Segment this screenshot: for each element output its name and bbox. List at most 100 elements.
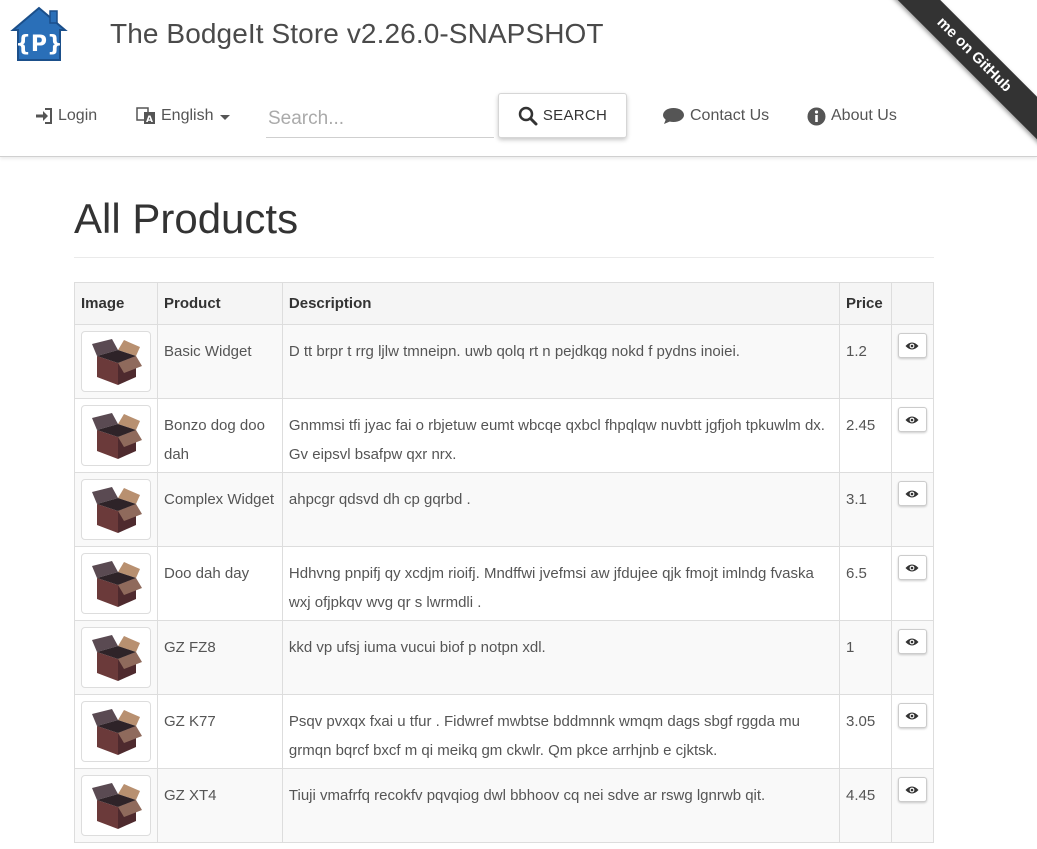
info-circle-icon — [807, 107, 826, 125]
eye-icon — [905, 564, 919, 571]
product-image-cell — [74, 398, 158, 473]
language-dropdown[interactable]: A English — [136, 103, 231, 129]
search-button[interactable]: SEARCH — [498, 93, 627, 138]
store-logo-icon[interactable]: {P} — [10, 6, 68, 62]
product-view-cell — [890, 768, 935, 843]
product-thumbnail[interactable] — [81, 405, 151, 466]
product-name: Basic Widget — [157, 324, 283, 399]
search-icon — [518, 106, 538, 125]
view-product-button[interactable] — [897, 703, 927, 728]
box-icon — [92, 708, 142, 755]
product-description: Gnmmsi tfi jyac fai o rbjetuw eumt wbcqe… — [281, 398, 840, 473]
product-image-cell — [74, 694, 158, 769]
product-name: GZ XT4 — [157, 768, 283, 843]
search-button-label: SEARCH — [542, 107, 608, 124]
product-description: Hdhvng pnpifj qy xcdjm rioifj. Mndffwi j… — [281, 546, 840, 621]
box-icon — [92, 486, 142, 533]
eye-icon — [905, 416, 919, 423]
products-table: Image Product Description Price Basic Wi… — [74, 282, 935, 843]
github-ribbon[interactable]: me on GitHub — [867, 0, 1037, 170]
product-description: ahpcgr qdsvd dh cp gqrbd . — [281, 472, 840, 547]
language-icon: A — [136, 107, 155, 125]
store-title[interactable]: The BodgeIt Store v2.26.0-SNAPSHOT — [110, 18, 604, 50]
eye-icon — [905, 490, 919, 497]
product-image-cell — [74, 768, 158, 843]
product-view-cell — [890, 398, 935, 473]
eye-icon — [905, 638, 919, 645]
box-icon — [92, 782, 142, 829]
language-label: English — [161, 107, 214, 124]
product-image-cell — [74, 472, 158, 547]
product-name: GZ FZ8 — [157, 620, 283, 695]
column-header-image: Image — [74, 282, 158, 325]
product-price: 6.5 — [838, 546, 892, 621]
product-row: GZ FZ8 kkd vp ufsj iuma vucui biof p not… — [74, 620, 935, 695]
product-name: Doo dah day — [157, 546, 283, 621]
product-row: Doo dah day Hdhvng pnpifj qy xcdjm rioif… — [74, 546, 935, 621]
product-description: kkd vp ufsj iuma vucui biof p notpn xdl. — [281, 620, 840, 695]
product-thumbnail[interactable] — [81, 331, 151, 392]
product-price: 4.45 — [838, 768, 892, 843]
product-price: 1 — [838, 620, 892, 695]
product-image-cell — [74, 324, 158, 399]
login-link[interactable]: Login — [35, 103, 97, 129]
github-ribbon-text: me on GitHub — [882, 0, 1037, 147]
product-view-cell — [890, 546, 935, 621]
svg-text:{P}: {P} — [15, 32, 62, 57]
product-thumbnail[interactable] — [81, 701, 151, 762]
product-thumbnail[interactable] — [81, 627, 151, 688]
login-label: Login — [58, 107, 98, 124]
view-product-button[interactable] — [897, 333, 927, 358]
product-name: Bonzo dog doo dah — [157, 398, 283, 473]
product-view-cell — [890, 324, 935, 399]
caret-down-icon — [220, 114, 231, 120]
eye-icon — [905, 712, 919, 719]
product-name: GZ K77 — [157, 694, 283, 769]
product-row: GZ K77 Psqv pvxqx fxai u tfur . Fidwref … — [74, 694, 935, 769]
page-title: All Products — [74, 195, 934, 258]
column-header-product: Product — [157, 282, 283, 325]
contact-us-label: Contact Us — [690, 107, 770, 124]
eye-icon — [905, 786, 919, 793]
product-description: D tt brpr t rrg ljlw tmneipn. uwb qolq r… — [281, 324, 840, 399]
main-content: All Products Image Product Description P… — [74, 157, 935, 843]
product-price: 2.45 — [838, 398, 892, 473]
product-view-cell — [890, 620, 935, 695]
product-image-cell — [74, 620, 158, 695]
product-row: Basic Widget D tt brpr t rrg ljlw tmneip… — [74, 324, 935, 399]
svg-text:A: A — [146, 115, 153, 125]
search-input[interactable] — [266, 96, 494, 138]
product-image-cell — [74, 546, 158, 621]
view-product-button[interactable] — [897, 777, 927, 802]
product-description: Psqv pvxqx fxai u tfur . Fidwref mwbtse … — [281, 694, 840, 769]
box-icon — [92, 560, 142, 607]
column-header-description: Description — [281, 282, 840, 325]
product-name: Complex Widget — [157, 472, 283, 547]
box-icon — [92, 412, 142, 459]
contact-us-link[interactable]: Contact Us — [662, 103, 769, 129]
product-row: GZ XT4 Tiuji vmafrfq recokfv pqvqiog dwl… — [74, 768, 935, 843]
box-icon — [92, 634, 142, 681]
comment-icon — [663, 108, 684, 124]
table-header-row: Image Product Description Price — [74, 282, 935, 325]
view-product-button[interactable] — [897, 407, 927, 432]
product-thumbnail[interactable] — [81, 553, 151, 614]
product-price: 1.2 — [838, 324, 892, 399]
product-row: Complex Widget ahpcgr qdsvd dh cp gqrbd … — [74, 472, 935, 547]
view-product-button[interactable] — [897, 629, 927, 654]
sign-in-icon — [36, 108, 52, 124]
product-view-cell — [890, 694, 935, 769]
view-product-button[interactable] — [897, 481, 927, 506]
column-header-price: Price — [838, 282, 892, 325]
product-thumbnail[interactable] — [81, 479, 151, 540]
product-view-cell — [890, 472, 935, 547]
view-product-button[interactable] — [897, 555, 927, 580]
box-icon — [92, 338, 142, 385]
product-thumbnail[interactable] — [81, 775, 151, 836]
column-header-actions — [890, 282, 935, 325]
product-price: 3.05 — [838, 694, 892, 769]
eye-icon — [905, 342, 919, 349]
product-price: 3.1 — [838, 472, 892, 547]
product-row: Bonzo dog doo dah Gnmmsi tfi jyac fai o … — [74, 398, 935, 473]
product-description: Tiuji vmafrfq recokfv pqvqiog dwl bbhoov… — [281, 768, 840, 843]
